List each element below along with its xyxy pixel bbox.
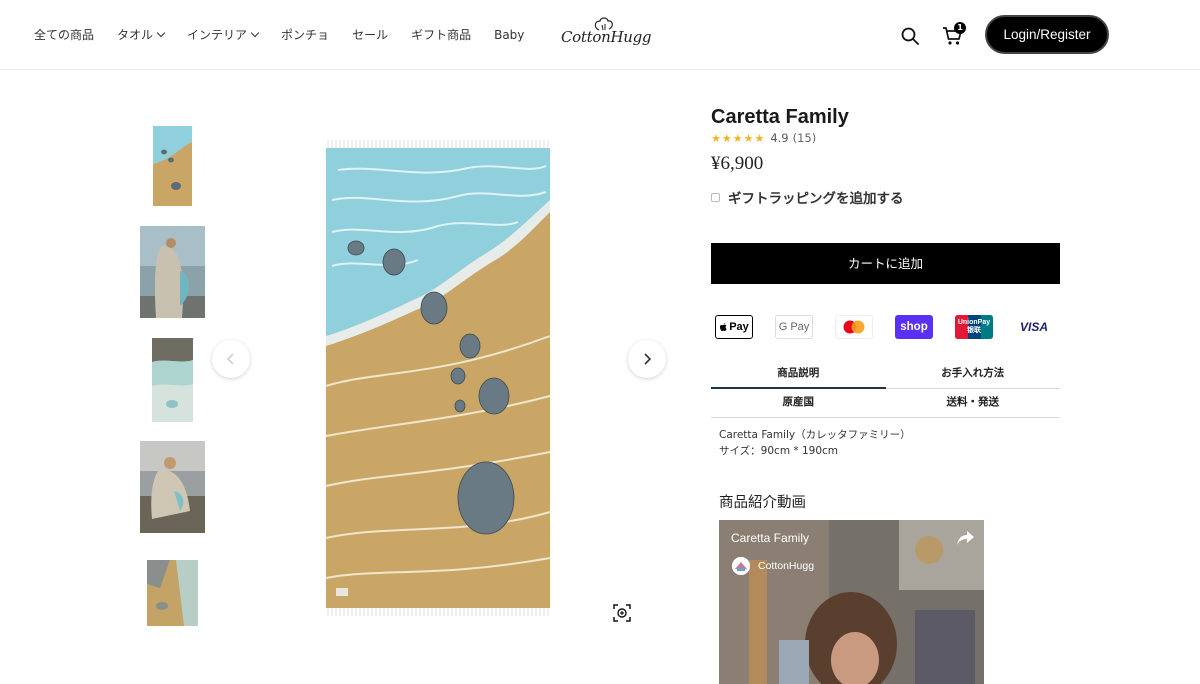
previous-image-button[interactable] [212,340,250,378]
thumbnail-beach-photo [140,226,205,318]
video-channel-name: CottonHugg [758,560,815,572]
thumbnail-folded-towel [140,548,205,640]
rating-score: 4.9 [770,131,789,145]
main-nav: 全ての商品 タオル インテリア ポンチョ セール ギフト商品 Baby [34,26,547,43]
main-product-image [325,140,551,616]
channel-logo-icon [732,557,750,575]
product-description: Caretta Family（カレッタファミリー） サイズ：90cm * 190… [719,427,911,459]
tab-origin[interactable]: 原産国 [711,389,886,417]
video-title: Caretta Family [731,531,810,545]
tab-care[interactable]: お手入れ方法 [886,360,1061,388]
nav-all-products[interactable]: 全ての商品 [34,26,94,43]
apple-pay-icon: Pay [715,315,753,339]
unionpay-icon: UnionPay 银联 [955,315,993,339]
payment-methods: Pay G Pay shop UnionPay 银联 VISA [715,315,1075,339]
nav-gifts[interactable]: ギフト商品 [411,26,471,43]
site-logo[interactable]: CottonHugg [561,16,653,56]
nav-baby[interactable]: Baby [494,26,524,43]
product-info-tabs: 商品説明 お手入れ方法 原産国 送料・発送 [711,360,1060,418]
gift-wrap-option[interactable]: ギフトラッピングを追加する [711,187,904,207]
review-count: (15) [792,131,817,145]
tab-description[interactable]: 商品説明 [711,360,886,388]
channel-avatar [732,557,750,575]
next-image-button[interactable] [628,340,666,378]
thumbnail-5[interactable] [140,548,205,640]
shop-pay-icon: shop [895,315,933,339]
mastercard-logo [843,320,865,334]
description-line-size: サイズ：90cm * 190cm [719,445,839,457]
thumbnail-woman-photo [140,441,205,533]
thumbnail-4[interactable] [140,441,205,533]
rating-stars: ★★★★★ [711,131,766,145]
google-pay-icon: G Pay [775,315,813,339]
thumbnail-2[interactable] [140,226,205,318]
nav-sale[interactable]: セール [352,26,388,43]
product-video-embed[interactable]: Caretta Family CottonHugg [719,520,984,684]
share-icon[interactable] [955,529,975,547]
product-rating[interactable]: ★★★★★ 4.9 (15) [711,131,816,145]
add-to-cart-button[interactable]: カートに追加 [711,243,1060,284]
product-price: ¥6,900 [711,153,764,174]
gift-wrap-label: ギフトラッピングを追加する [728,191,904,207]
video-section-heading: 商品紹介動画 [719,495,806,511]
cart-count-badge: 1 [954,22,966,34]
nav-towels[interactable]: タオル [117,26,166,43]
thumbnail-3[interactable] [140,334,205,426]
search-icon[interactable] [900,26,920,46]
nav-interior[interactable]: インテリア [187,26,260,43]
thumbnail-1[interactable] [140,120,205,212]
tab-shipping[interactable]: 送料・発送 [886,389,1061,417]
apple-logo-icon [720,323,727,331]
product-title: Caretta Family [711,106,849,128]
chevron-left-icon [226,353,234,365]
visa-icon: VISA [1015,315,1053,339]
site-header: 全ての商品 タオル インテリア ポンチョ セール ギフト商品 Baby Cott… [0,0,1200,70]
description-line-name: Caretta Family（カレッタファミリー） [719,429,911,441]
chevron-down-icon [250,28,260,38]
zoom-icon[interactable] [612,603,632,623]
login-register-button[interactable]: Login/Register [985,15,1109,54]
thumbnail-towel-reverse [140,334,205,426]
chevron-down-icon [156,28,166,38]
chevron-right-icon [644,353,652,365]
thumbnail-towel-image [140,120,205,212]
mastercard-icon [835,315,873,339]
nav-poncho[interactable]: ポンチョ [281,26,329,43]
gift-wrap-checkbox[interactable] [711,192,720,202]
